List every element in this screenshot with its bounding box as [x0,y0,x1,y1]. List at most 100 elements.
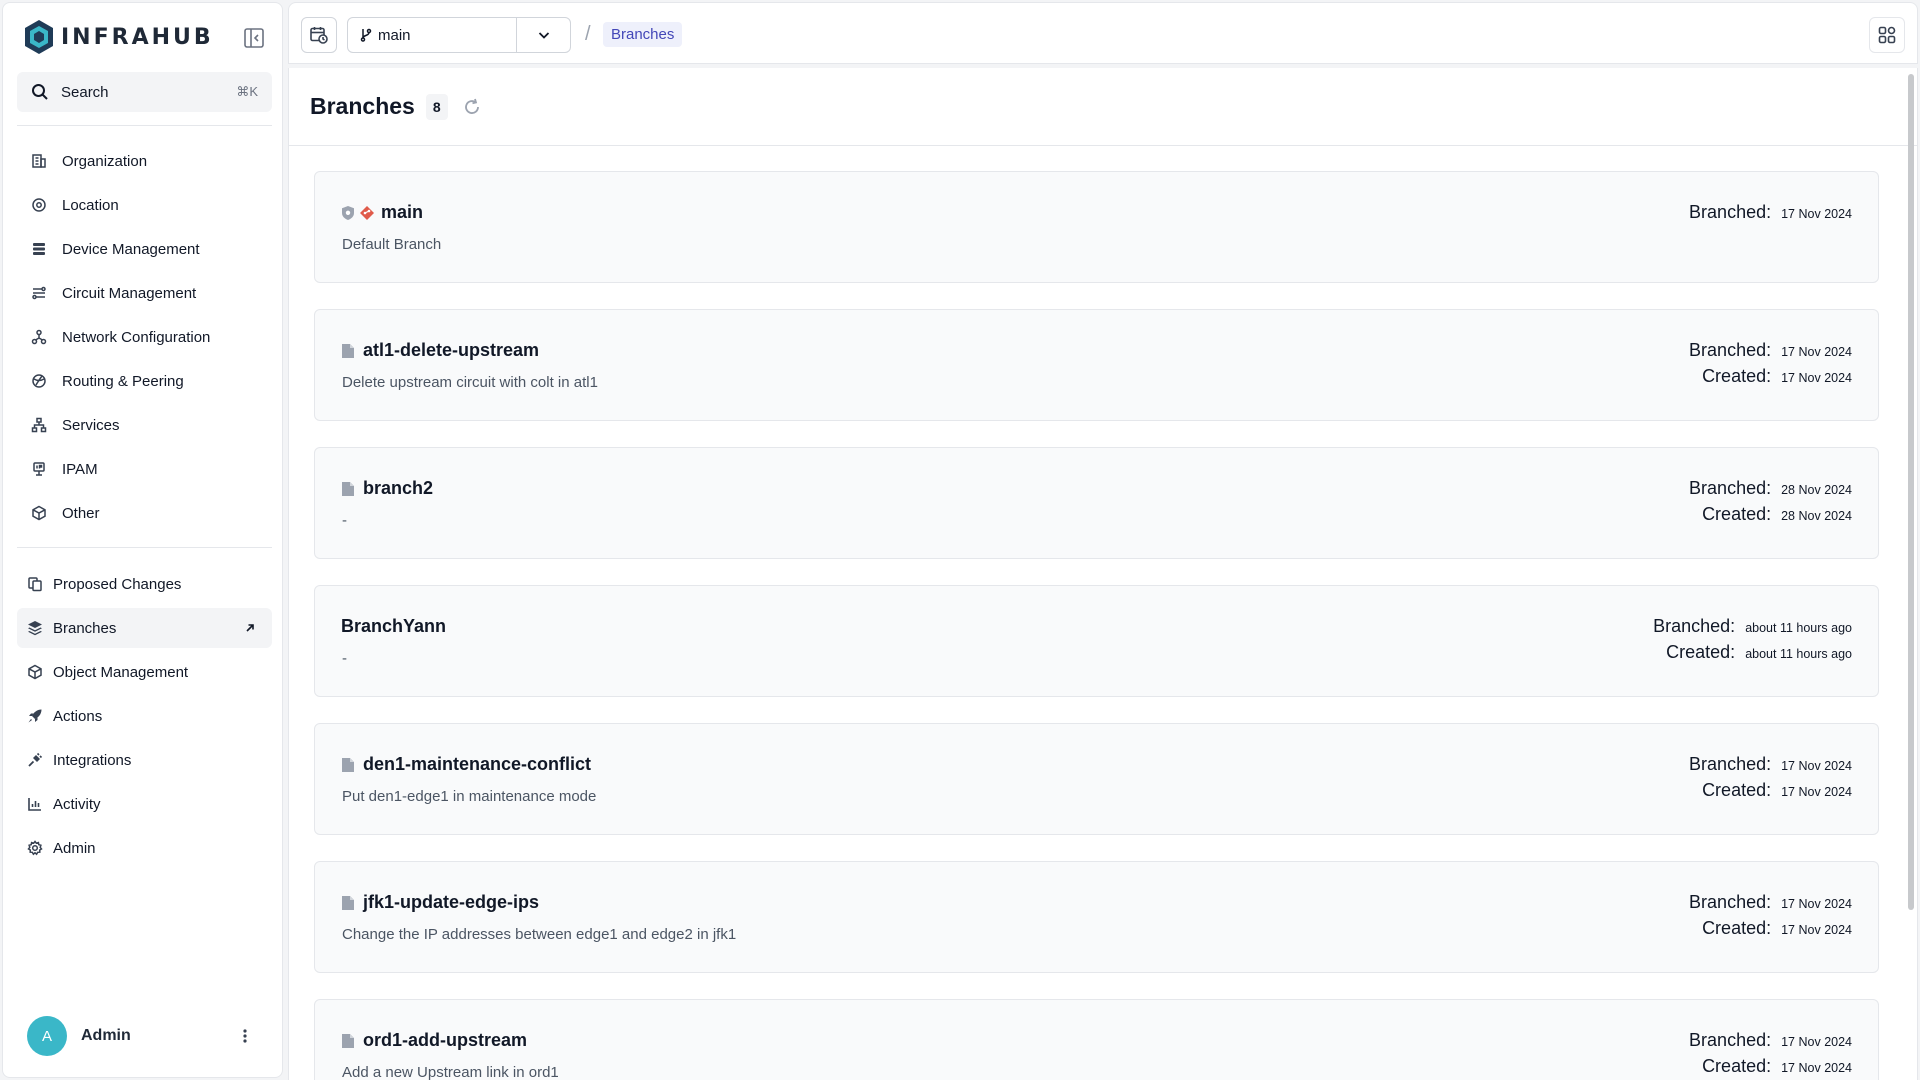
sidebar-item-label: Network Configuration [62,328,211,346]
sidebar-item-label: Other [62,504,100,522]
branch-description: - [342,650,347,667]
map-pin-icon [31,197,47,213]
breadcrumb-separator: / [585,23,591,45]
user-name: Admin [81,1027,131,1044]
branch-description: Delete upstream circuit with colt in atl… [342,374,598,391]
branch-meta: Branched: about 11 hours ago Created: abou… [1653,616,1852,668]
created-date: 17 Nov 2024 [1781,923,1852,937]
branch-card[interactable]: main Default Branch Branched: 17 Nov 2024 [314,171,1879,283]
git-diamond-icon [360,205,374,220]
file-icon [341,895,355,911]
branch-dropdown-toggle[interactable] [516,18,570,52]
calendar-clock-icon [310,27,328,44]
breadcrumb[interactable]: Branches [603,22,683,47]
sidebar-item-label: Object Management [53,663,189,681]
sidebar-item-label: Services [62,416,120,434]
file-icon [341,481,355,497]
sidebar-item-network-configuration[interactable]: Network Configuration [17,317,272,357]
created-label: Created: [1702,780,1772,800]
gear-icon [27,840,43,856]
ip-icon [31,461,47,477]
apps-grid-icon [1878,26,1896,44]
sidebar-item-label: Branches [53,619,117,637]
branched-date: 17 Nov 2024 [1781,759,1852,773]
brand-logo[interactable]: INFRAHUB [23,19,214,55]
branch-selector[interactable]: main [347,17,571,53]
sidebar-item-location[interactable]: Location [17,185,272,225]
branch-card[interactable]: den1-maintenance-conflict Put den1-edge1… [314,723,1879,835]
search-label: Search [61,83,109,101]
more-vertical-icon[interactable] [237,1028,253,1044]
created-date: 28 Nov 2024 [1781,509,1852,523]
branch-description: Add a new Upstream link in ord1 [342,1064,559,1080]
branch-card[interactable]: BranchYann - Branched: about 11 hours ago… [314,585,1879,697]
created-label: Created: [1702,1056,1772,1076]
file-icon [341,1033,355,1049]
branched-date: 17 Nov 2024 [1781,1035,1852,1049]
branch-card[interactable]: atl1-delete-upstream Delete upstream cir… [314,309,1879,421]
scrollbar[interactable] [1908,74,1914,910]
sidebar-item-routing-peering[interactable]: Routing & Peering [17,361,272,401]
search-button[interactable]: Search ⌘K [17,72,272,112]
sidebar-item-object-management[interactable]: Object Management [17,652,272,692]
branch-selector-value: main [378,26,411,44]
chevron-down-icon [538,32,549,39]
shield-icon [342,205,354,220]
sidebar-item-label: Integrations [53,751,132,769]
sidebar-item-ipam[interactable]: IPAM [17,449,272,489]
sidebar-item-branches[interactable]: Branches [17,608,272,648]
branched-label: Branched: [1689,478,1772,498]
sidebar-item-label: Device Management [62,240,200,258]
branch-meta: Branched: 17 Nov 2024 Created: 17 Nov 2024 [1689,340,1852,392]
sidebar-item-label: Circuit Management [62,284,197,302]
branch-name: branch2 [363,478,434,498]
sidebar-item-device-management[interactable]: Device Management [17,229,272,269]
page-title: Branches [310,93,415,119]
sidebar-item-label: Location [62,196,119,214]
cube-icon [31,505,47,521]
branch-description: - [342,512,347,529]
branch-name: BranchYann [341,616,447,636]
created-label: Created: [1702,918,1772,938]
server-icon [31,241,47,257]
branched-label: Branched: [1689,754,1772,774]
sidebar-item-label: Routing & Peering [62,372,184,390]
branched-date: 17 Nov 2024 [1781,345,1852,359]
refresh-icon[interactable] [462,97,482,117]
created-label: Created: [1702,504,1772,524]
sidebar-item-organization[interactable]: Organization [17,141,272,181]
sidebar-item-services[interactable]: Services [17,405,272,445]
sidebar-item-proposed-changes[interactable]: Proposed Changes [17,564,272,604]
branch-name: jfk1-update-edge-ips [363,892,540,912]
sidebar-item-circuit-management[interactable]: Circuit Management [17,273,272,313]
branch-card[interactable]: branch2 - Branched: 28 Nov 2024 Created: 2… [314,447,1879,559]
branched-label: Branched: [1689,340,1772,360]
branched-date: 17 Nov 2024 [1781,207,1852,221]
search-icon [32,84,48,100]
branch-card[interactable]: ord1-add-upstream Add a new Upstream lin… [314,999,1879,1080]
apps-menu-button[interactable] [1869,17,1905,53]
sidebar-item-label: IPAM [62,460,98,478]
created-date: 17 Nov 2024 [1781,785,1852,799]
sidebar-item-admin[interactable]: Admin [17,828,272,868]
created-label: Created: [1666,642,1736,662]
branched-label: Branched: [1653,616,1736,636]
created-date: 17 Nov 2024 [1781,371,1852,385]
file-icon [341,343,355,359]
sidebar-item-actions[interactable]: Actions [17,696,272,736]
sidebar-item-activity[interactable]: Activity [17,784,272,824]
branch-name: den1-maintenance-conflict [363,754,592,774]
user-menu[interactable]: A Admin [27,1016,267,1056]
branched-label: Branched: [1689,202,1772,222]
sidebar-item-label: Admin [53,839,96,857]
sidebar-item-integrations[interactable]: Integrations [17,740,272,780]
sidebar: INFRAHUB Search ⌘K Organization Location… [2,2,283,1078]
sidebar-item-other[interactable]: Other [17,493,272,533]
infrahub-logo-icon [25,20,53,54]
collapse-sidebar-button[interactable] [243,27,265,49]
time-travel-button[interactable] [301,17,337,53]
branch-card[interactable]: jfk1-update-edge-ips Change the IP addre… [314,861,1879,973]
branch-description: Change the IP addresses between edge1 an… [342,926,737,943]
search-shortcut: ⌘K [236,84,258,99]
sidebar-item-label: Proposed Changes [53,575,182,593]
